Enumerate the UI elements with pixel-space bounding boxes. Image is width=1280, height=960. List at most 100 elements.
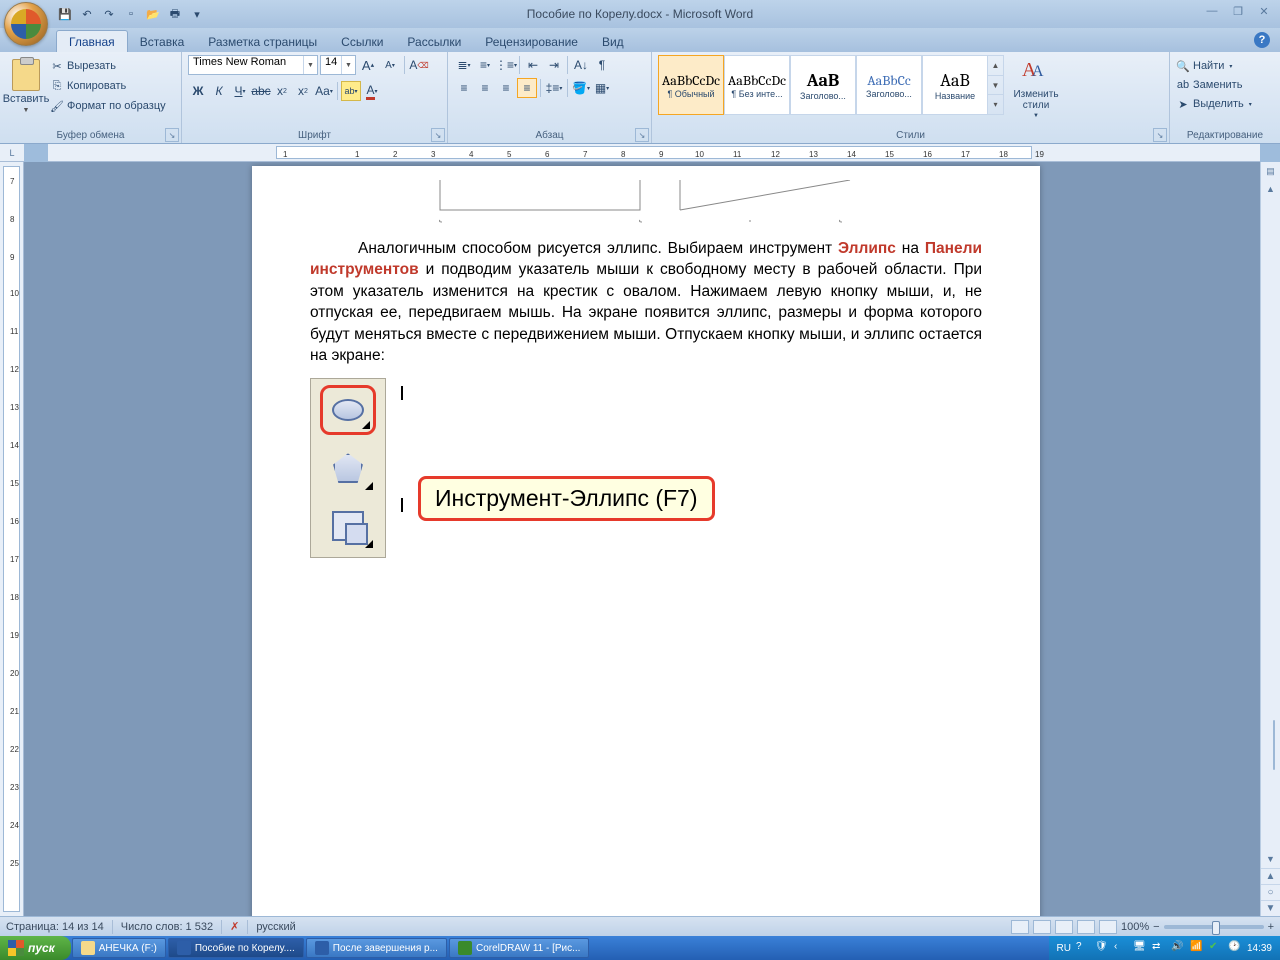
status-language[interactable]: русский (256, 921, 295, 933)
justify-button[interactable]: ≡ (517, 78, 537, 98)
shrink-font-button[interactable]: A▾ (380, 55, 400, 75)
styles-launcher[interactable]: ↘ (1153, 128, 1167, 142)
zoom-out-button[interactable]: − (1153, 921, 1159, 933)
borders-button[interactable]: ▦▾ (592, 78, 612, 98)
document-area[interactable]: Аналогичным способом рисуется эллипс. Вы… (24, 162, 1260, 916)
tab-view[interactable]: Вид (590, 31, 636, 52)
tray-clock-icon[interactable]: 🕑 (1228, 941, 1242, 955)
minimize-button[interactable]: — (1204, 4, 1220, 18)
align-right-button[interactable]: ≡ (496, 78, 516, 98)
proofing-icon[interactable]: ✗ (230, 920, 239, 933)
select-button[interactable]: ➤Выделить▾ (1176, 95, 1252, 113)
paragraph-launcher[interactable]: ↘ (635, 128, 649, 142)
find-button[interactable]: 🔍Найти▾ (1176, 57, 1252, 75)
tab-mailings[interactable]: Рассылки (395, 31, 473, 52)
tray-time[interactable]: 14:39 (1247, 943, 1272, 954)
vertical-ruler[interactable]: 789 101112 131415 161718 192021 222324 2… (0, 162, 24, 916)
qat-more-icon[interactable]: ▾ (188, 5, 206, 23)
open-icon[interactable]: 📂 (144, 5, 162, 23)
font-color-button[interactable]: A▾ (362, 81, 382, 101)
tab-layout[interactable]: Разметка страницы (196, 31, 329, 52)
tray-help-icon[interactable]: ? (1076, 941, 1090, 955)
change-styles-button[interactable]: Изменить стили ▼ (1008, 55, 1064, 119)
document-paragraph[interactable]: Аналогичным способом рисуется эллипс. Вы… (310, 238, 982, 366)
sort-button[interactable]: A↓ (571, 55, 591, 75)
page[interactable]: Аналогичным способом рисуется эллипс. Вы… (252, 166, 1040, 916)
new-icon[interactable]: ▫ (122, 5, 140, 23)
tray-shield-icon[interactable]: 🛡 (1095, 941, 1109, 955)
decrease-indent-button[interactable]: ⇤ (523, 55, 543, 75)
style-normal[interactable]: AaBbCcDc¶ Обычный (658, 55, 724, 115)
status-page[interactable]: Страница: 14 из 14 (6, 921, 104, 933)
highlight-button[interactable]: ab▾ (341, 81, 361, 101)
tab-references[interactable]: Ссылки (329, 31, 395, 52)
view-print-layout[interactable] (1011, 920, 1029, 934)
clear-format-button[interactable]: A⌫ (409, 55, 429, 75)
multilevel-button[interactable]: ⋮≡▾ (496, 55, 516, 75)
next-page-button[interactable]: ▼ (1261, 900, 1280, 916)
paste-button[interactable]: Вставить ▼ (6, 55, 46, 114)
ruler-toggle-icon[interactable]: ▤ (1261, 162, 1280, 180)
tray-usb-icon[interactable]: ⇄ (1152, 941, 1166, 955)
start-button[interactable]: пуск (0, 936, 71, 960)
clipboard-launcher[interactable]: ↘ (165, 128, 179, 142)
font-launcher[interactable]: ↘ (431, 128, 445, 142)
help-button[interactable]: ? (1254, 32, 1270, 48)
underline-button[interactable]: Ч▾ (230, 81, 250, 101)
scroll-up-icon[interactable]: ▲ (1261, 180, 1280, 198)
close-button[interactable]: ✕ (1256, 4, 1272, 18)
restore-button[interactable]: ❐ (1230, 4, 1246, 18)
vertical-scrollbar[interactable]: ▤ ▲ ▼ ▲ ○ ▼ (1260, 162, 1280, 916)
styles-more[interactable]: ▲▼▾ (988, 55, 1004, 115)
ruler-corner[interactable]: L (0, 144, 24, 162)
taskbar-item-corel[interactable]: CorelDRAW 11 - [Рис... (449, 938, 590, 958)
superscript-button[interactable]: x2 (293, 81, 313, 101)
replace-button[interactable]: abЗаменить (1176, 76, 1252, 94)
bold-button[interactable]: Ж (188, 81, 208, 101)
embedded-image[interactable]: Инструмент-Эллипс (F7) (310, 378, 982, 568)
style-heading1[interactable]: AaBЗаголово... (790, 55, 856, 115)
horizontal-ruler[interactable]: 1 123 456 789 101112 131415 161718 19 (48, 144, 1260, 162)
redo-icon[interactable]: ↷ (100, 5, 118, 23)
shading-button[interactable]: 🪣▾ (571, 78, 591, 98)
numbering-button[interactable]: ≡▾ (475, 55, 495, 75)
cut-button[interactable]: ✂Вырезать (50, 57, 166, 75)
tray-volume-icon[interactable]: 🔊 (1171, 941, 1185, 955)
tab-insert[interactable]: Вставка (128, 31, 197, 52)
style-title[interactable]: AaBНазвание (922, 55, 988, 115)
font-name-select[interactable]: Times New Roman▼ (188, 55, 318, 75)
quickprint-icon[interactable]: 🖶 (166, 5, 184, 23)
taskbar-item-word2[interactable]: После завершения р... (306, 938, 447, 958)
tray-network-icon[interactable]: 📶 (1190, 941, 1204, 955)
show-marks-button[interactable]: ¶ (592, 55, 612, 75)
bullets-button[interactable]: ≣▾ (454, 55, 474, 75)
grow-font-button[interactable]: A▴ (358, 55, 378, 75)
scroll-thumb[interactable] (1273, 720, 1275, 770)
undo-icon[interactable]: ↶ (78, 5, 96, 23)
italic-button[interactable]: К (209, 81, 229, 101)
format-painter-button[interactable]: 🖌Формат по образцу (50, 97, 166, 115)
browse-object-button[interactable]: ○ (1261, 884, 1280, 900)
prev-page-button[interactable]: ▲ (1261, 868, 1280, 884)
copy-button[interactable]: ⎘Копировать (50, 77, 166, 95)
tray-chevron-icon[interactable]: ‹ (1114, 941, 1128, 955)
view-draft[interactable] (1099, 920, 1117, 934)
tray-language[interactable]: RU (1057, 943, 1071, 954)
view-fullscreen[interactable] (1033, 920, 1051, 934)
tray-monitor-icon[interactable]: 🖥 (1133, 941, 1147, 955)
office-button[interactable] (4, 2, 48, 46)
zoom-in-button[interactable]: + (1268, 921, 1274, 933)
font-size-select[interactable]: 14▼ (320, 55, 356, 75)
subscript-button[interactable]: x2 (272, 81, 292, 101)
change-case-button[interactable]: Aa▾ (314, 81, 334, 101)
scroll-down-icon[interactable]: ▼ (1261, 850, 1280, 868)
style-heading2[interactable]: AaBbCcЗаголово... (856, 55, 922, 115)
align-left-button[interactable]: ≡ (454, 78, 474, 98)
align-center-button[interactable]: ≡ (475, 78, 495, 98)
line-spacing-button[interactable]: ‡≡▾ (544, 78, 564, 98)
tray-av-icon[interactable]: ✔ (1209, 941, 1223, 955)
styles-gallery[interactable]: AaBbCcDc¶ Обычный AaBbCcDc¶ Без инте... … (658, 55, 1004, 115)
tab-review[interactable]: Рецензирование (473, 31, 590, 52)
view-web[interactable] (1055, 920, 1073, 934)
taskbar-item-explorer[interactable]: АНЕЧКА (F:) (72, 938, 166, 958)
